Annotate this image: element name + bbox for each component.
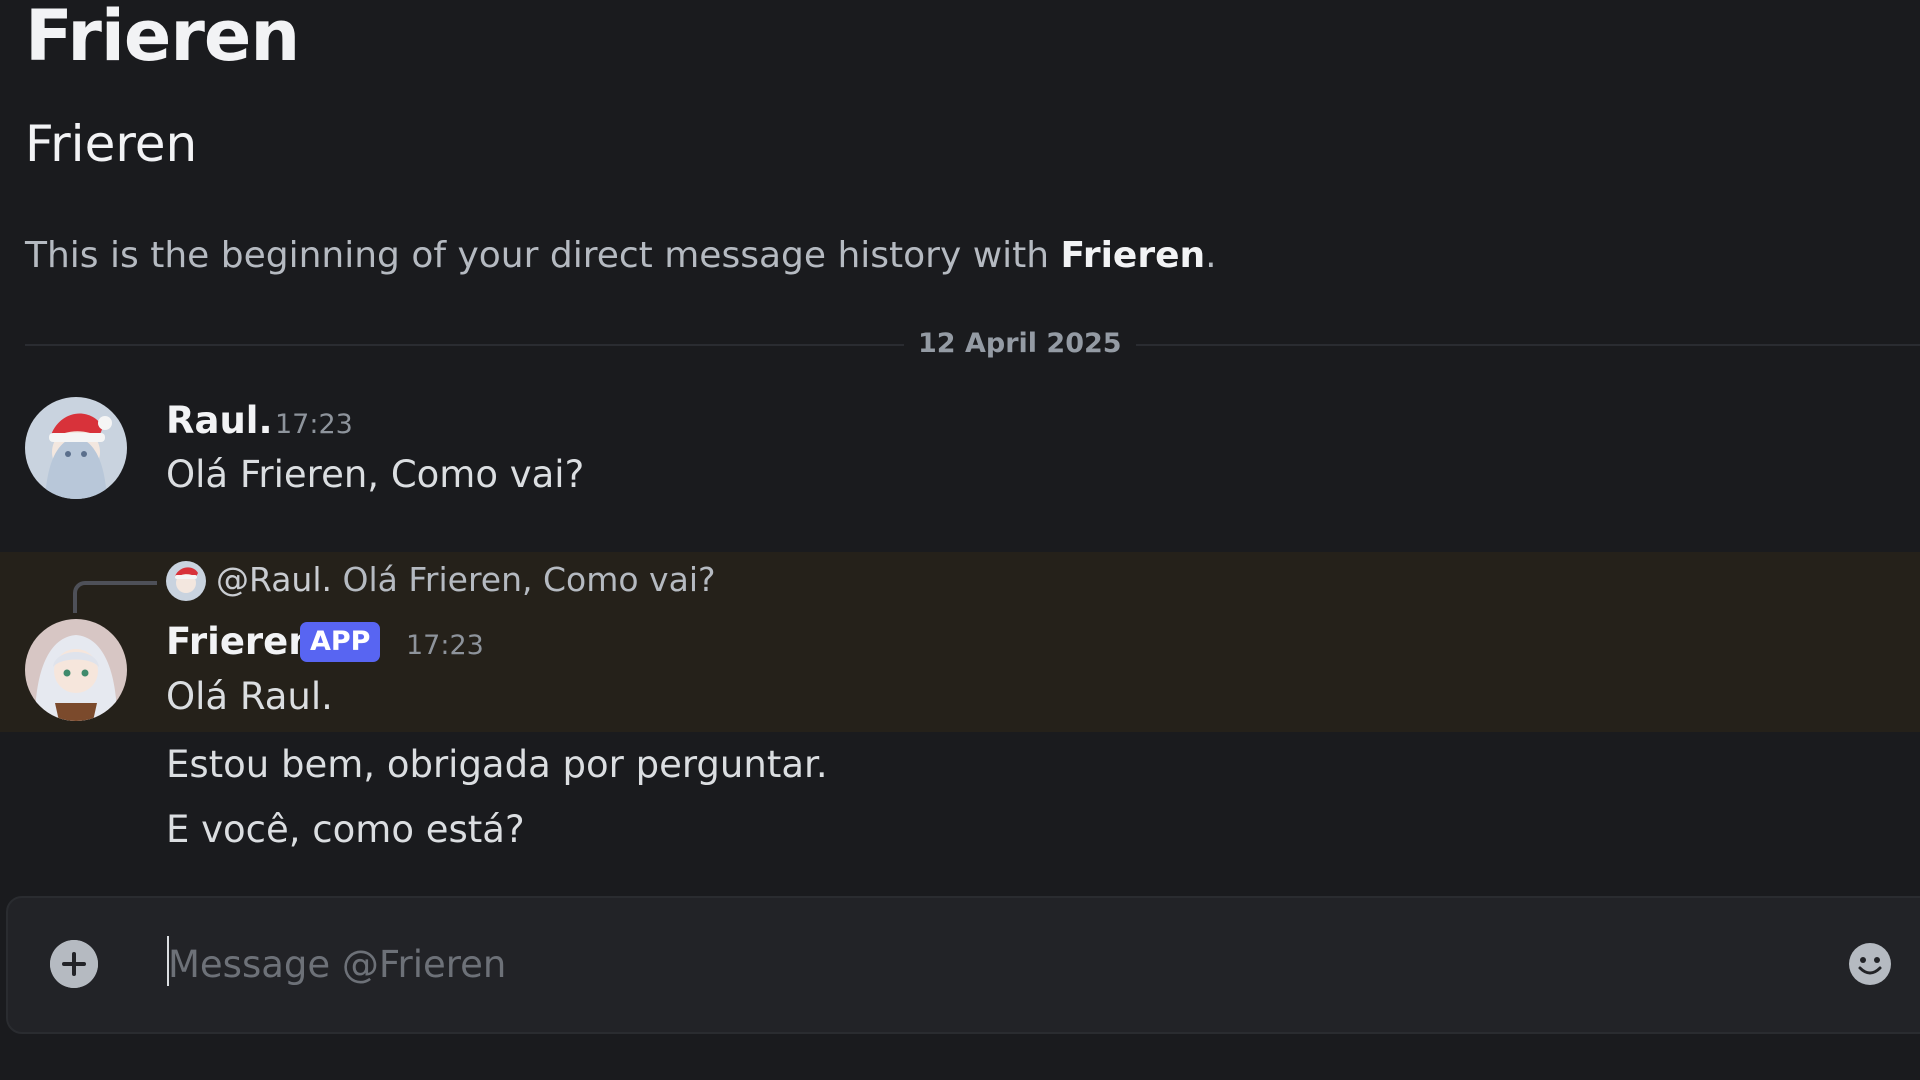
- message-author[interactable]: Frieren: [166, 617, 315, 667]
- message-timestamp: 17:23: [275, 409, 353, 440]
- page-subtitle: Frieren: [25, 115, 198, 173]
- emoji-button[interactable]: [1848, 942, 1892, 986]
- santa-hat-mini-avatar-icon: [166, 561, 206, 601]
- reply-avatar: [166, 561, 206, 601]
- message-text: Olá Raul.: [166, 675, 333, 718]
- reply-preview-text: Olá Frieren, Como vai?: [332, 560, 716, 599]
- page-title: Frieren: [25, 0, 300, 77]
- date-divider-label: 12 April 2025: [904, 324, 1136, 364]
- frieren-avatar-icon: [25, 619, 127, 721]
- history-intro-name: Frieren: [1060, 235, 1206, 276]
- plus-circle-icon: [50, 940, 98, 988]
- message-input[interactable]: [168, 934, 1768, 994]
- avatar-raul[interactable]: [25, 397, 127, 499]
- reply-spine: [73, 581, 157, 613]
- message-text: Olá Frieren, Como vai?: [166, 453, 585, 496]
- message-text: Estou bem, obrigada por perguntar.: [166, 743, 828, 786]
- attach-button[interactable]: [50, 940, 98, 988]
- history-intro: This is the beginning of your direct mes…: [25, 230, 1217, 282]
- dm-chat-view: Frieren Frieren This is the beginning of…: [0, 0, 1920, 1080]
- history-intro-period: .: [1205, 235, 1217, 276]
- message-text: E você, como está?: [166, 808, 525, 851]
- reply-mention[interactable]: @Raul.: [216, 560, 332, 599]
- message-timestamp: 17:23: [406, 630, 484, 661]
- reply-preview[interactable]: @Raul. Olá Frieren, Como vai?: [216, 555, 716, 605]
- app-badge: APP: [300, 622, 381, 662]
- santa-hat-avatar-icon: [25, 397, 127, 499]
- avatar-frieren[interactable]: [25, 619, 127, 721]
- history-intro-text: This is the beginning of your direct mes…: [25, 235, 1061, 276]
- smiley-icon: [1849, 943, 1891, 985]
- message-author[interactable]: Raul.: [166, 396, 273, 446]
- message-composer: [6, 896, 1920, 1034]
